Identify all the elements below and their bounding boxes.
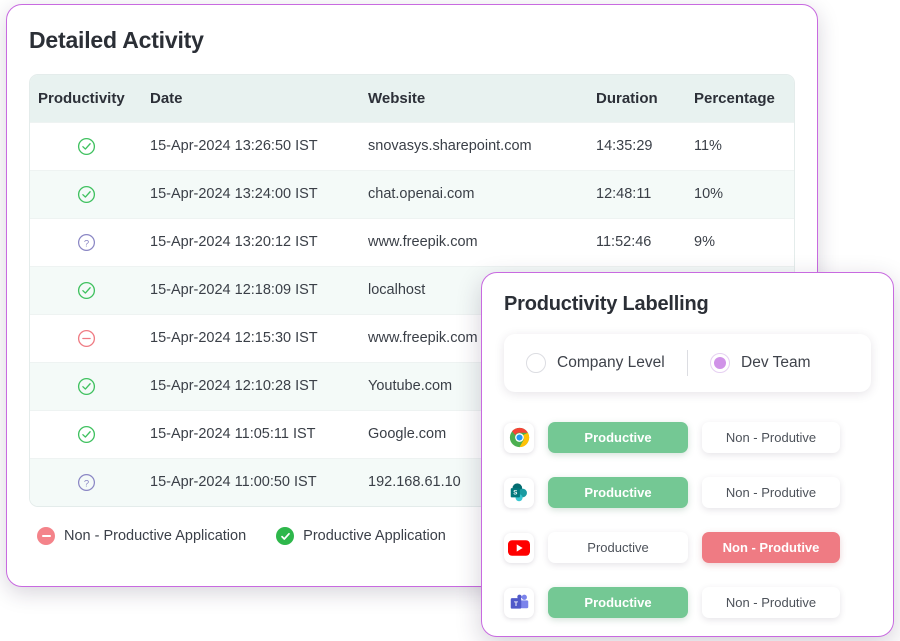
cell-productivity[interactable]	[30, 169, 142, 218]
svg-text:?: ?	[83, 238, 88, 249]
svg-text:?: ?	[83, 478, 88, 489]
column-header-website[interactable]: Website	[360, 75, 588, 122]
non-productive-button[interactable]: Non - Produtive	[702, 587, 840, 618]
scope-selector: Company Level Dev Team	[504, 334, 871, 392]
cell-percentage: 11%	[686, 121, 794, 170]
activity-table-head: Productivity Date Website Duration Perce…	[30, 75, 794, 122]
productive-button[interactable]: Productive	[548, 422, 688, 453]
app-label-row: Productive Non - Produtive	[504, 410, 871, 465]
table-row[interactable]: 15-Apr-2024 13:24:00 IST chat.openai.com 1…	[30, 169, 794, 218]
check-circle-icon	[77, 185, 95, 203]
app-label-row: S Productive Non - Produtive	[504, 465, 871, 520]
cell-date: 15-Apr-2024 12:10:28 IST	[142, 361, 360, 410]
column-header-percentage[interactable]: Percentage	[686, 75, 794, 122]
cell-productivity[interactable]	[30, 313, 142, 362]
check-circle-icon	[77, 377, 95, 395]
cell-duration: 14:35:29	[588, 121, 686, 170]
column-header-date[interactable]: Date	[142, 75, 360, 122]
cell-productivity[interactable]	[30, 121, 142, 170]
productive-button[interactable]: Productive	[548, 587, 688, 618]
minus-circle-icon	[37, 527, 55, 545]
productivity-labelling-card: Productivity Labelling Company Level Dev…	[481, 272, 894, 637]
screenshot-root: Detailed Activity Productivity Date Webs…	[0, 0, 900, 641]
minus-circle-icon	[77, 329, 95, 347]
radio-company-level-icon[interactable]	[526, 353, 546, 373]
app-icon-wrapper	[504, 422, 534, 453]
chrome-icon	[509, 427, 529, 448]
cell-productivity[interactable]	[30, 265, 142, 314]
sharepoint-icon: S	[510, 483, 527, 502]
column-header-productivity[interactable]: Productivity	[30, 75, 142, 122]
teams-icon: T	[510, 594, 528, 609]
cell-website: chat.openai.com	[360, 169, 588, 218]
scope-label-dev-team: Dev Team	[741, 354, 811, 371]
radio-dev-team-icon[interactable]	[710, 353, 730, 373]
cell-date: 15-Apr-2024 12:15:30 IST	[142, 313, 360, 362]
app-labelling-list: Productive Non - Produtive S Productive Non …	[504, 410, 871, 630]
productive-button[interactable]: Productive	[548, 477, 688, 508]
legend-label-productive: Productive Application	[303, 528, 446, 544]
app-icon-wrapper: S	[504, 477, 534, 508]
cell-duration: 12:48:11	[588, 169, 686, 218]
cell-productivity[interactable]: ?	[30, 217, 142, 266]
cell-website: snovasys.sharepoint.com	[360, 121, 588, 170]
cell-date: 15-Apr-2024 12:18:09 IST	[142, 265, 360, 314]
scope-option-company-level[interactable]: Company Level	[504, 334, 687, 392]
legend-label-nonproductive: Non - Productive Application	[64, 528, 247, 544]
table-header-row: Productivity Date Website Duration Perce…	[30, 75, 794, 122]
check-circle-icon	[77, 425, 95, 443]
check-circle-icon	[77, 281, 95, 299]
cell-website: www.freepik.com	[360, 217, 588, 266]
cell-duration: 11:52:46	[588, 217, 686, 266]
cell-percentage: 9%	[686, 217, 794, 266]
youtube-icon	[508, 539, 530, 556]
cell-date: 15-Apr-2024 11:00:50 IST	[142, 457, 360, 506]
scope-label-company-level: Company Level	[557, 354, 665, 371]
cell-date: 15-Apr-2024 13:26:50 IST	[142, 121, 360, 170]
cell-productivity[interactable]: ?	[30, 457, 142, 506]
question-circle-icon: ?	[77, 473, 95, 491]
column-header-duration[interactable]: Duration	[588, 75, 686, 122]
page-title: Detailed Activity	[29, 27, 204, 53]
app-icon-wrapper	[504, 532, 534, 563]
cell-percentage: 10%	[686, 169, 794, 218]
labelling-title: Productivity Labelling	[504, 293, 709, 315]
legend-item-nonproductive: Non - Productive Application	[37, 527, 246, 545]
legend-item-productive: Productive Application	[276, 527, 446, 545]
cell-date: 15-Apr-2024 11:05:11 IST	[142, 409, 360, 458]
svg-text:S: S	[513, 490, 517, 497]
cell-productivity[interactable]	[30, 409, 142, 458]
check-circle-icon	[276, 527, 295, 545]
cell-date: 15-Apr-2024 13:20:12 IST	[142, 217, 360, 266]
check-circle-icon	[77, 137, 95, 155]
non-productive-button[interactable]: Non - Produtive	[702, 532, 840, 563]
app-label-row: Productive Non - Produtive	[504, 520, 871, 575]
cell-productivity[interactable]	[30, 361, 142, 410]
question-circle-icon: ?	[77, 233, 95, 251]
cell-date: 15-Apr-2024 13:24:00 IST	[142, 169, 360, 218]
svg-text:T: T	[514, 601, 518, 608]
table-row[interactable]: 15-Apr-2024 13:26:50 IST snovasys.sharepo…	[30, 121, 794, 170]
productive-button[interactable]: Productive	[548, 532, 688, 563]
non-productive-button[interactable]: Non - Produtive	[702, 477, 840, 508]
scope-option-dev-team[interactable]: Dev Team	[688, 334, 871, 392]
table-row[interactable]: ? 15-Apr-2024 13:20:12 IST www.freepik.co…	[30, 217, 794, 266]
app-icon-wrapper: T	[504, 587, 534, 618]
non-productive-button[interactable]: Non - Produtive	[702, 422, 840, 453]
app-label-row: T Productive Non - Produtive	[504, 575, 871, 630]
